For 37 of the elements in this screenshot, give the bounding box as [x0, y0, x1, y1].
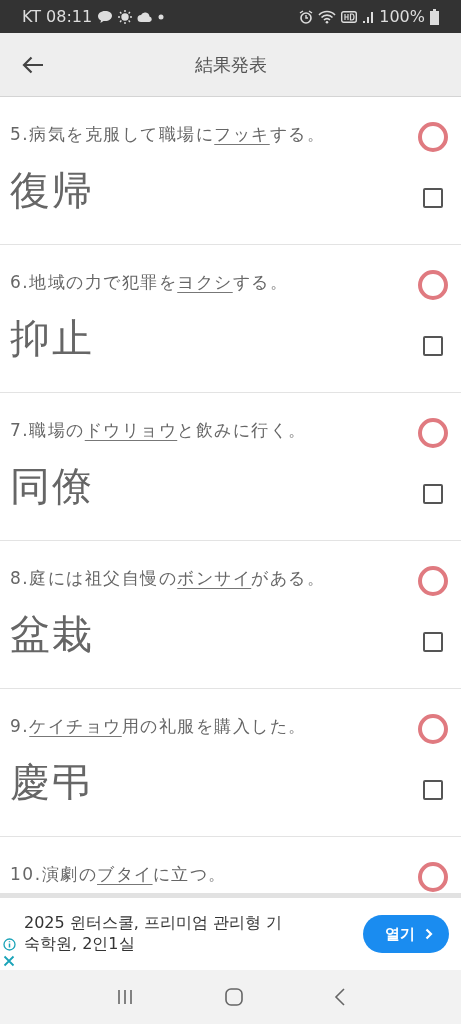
- carrier-time: KT 08:11: [22, 7, 93, 26]
- back-arrow-icon[interactable]: [22, 55, 44, 74]
- answer-kanji: 抑止: [10, 314, 94, 363]
- question-text: 8.庭には祖父自慢のボンサイ がある。: [10, 566, 326, 590]
- answer-kanji: 同僚: [10, 462, 94, 511]
- checkbox[interactable]: [423, 779, 443, 800]
- wifi-icon: [318, 9, 337, 24]
- question-text: 10.演劇のブタイ に立つ。: [10, 862, 227, 886]
- cloud-icon: [137, 11, 154, 22]
- alarm-icon: [299, 9, 314, 24]
- signal-icon: [362, 10, 375, 23]
- back-icon[interactable]: [333, 988, 346, 1006]
- checkbox[interactable]: [423, 631, 443, 652]
- question-text: 6.地域の力で犯罪を ヨクシする。: [10, 270, 289, 294]
- checkbox[interactable]: [423, 187, 443, 208]
- checkbox[interactable]: [423, 483, 443, 504]
- answer-kanji: 復帰: [10, 166, 94, 215]
- dot-icon: [158, 13, 165, 20]
- checkbox[interactable]: [423, 335, 443, 356]
- sun-icon: [118, 9, 133, 24]
- battery-percent: 100%: [379, 7, 425, 26]
- close-icon[interactable]: [3, 955, 15, 967]
- open-button[interactable]: 열기: [363, 915, 449, 953]
- home-icon[interactable]: [224, 988, 243, 1006]
- question-text: 7.職場の ドウリョウ と飲みに行く。: [10, 418, 307, 442]
- question-text: 9.ケイチョウ用の礼服を購入した。: [10, 714, 307, 738]
- info-icon[interactable]: [3, 938, 16, 951]
- hd-icon: [341, 10, 358, 23]
- answer-kanji: 慶弔: [10, 758, 94, 807]
- question-text: 5.病気を克服して職場にフッキする。: [10, 122, 326, 146]
- chat-icon: [97, 9, 114, 24]
- screen-title: 結果発表: [194, 52, 267, 77]
- battery-icon: [430, 8, 439, 25]
- answer-kanji: 盆栽: [10, 610, 94, 659]
- recent-apps-icon[interactable]: [115, 989, 134, 1005]
- ad-text: 2025 윈터스쿨, 프리미엄 관리형 기숙학원, 2인1실: [24, 913, 284, 955]
- chevron-right-icon: [425, 928, 433, 940]
